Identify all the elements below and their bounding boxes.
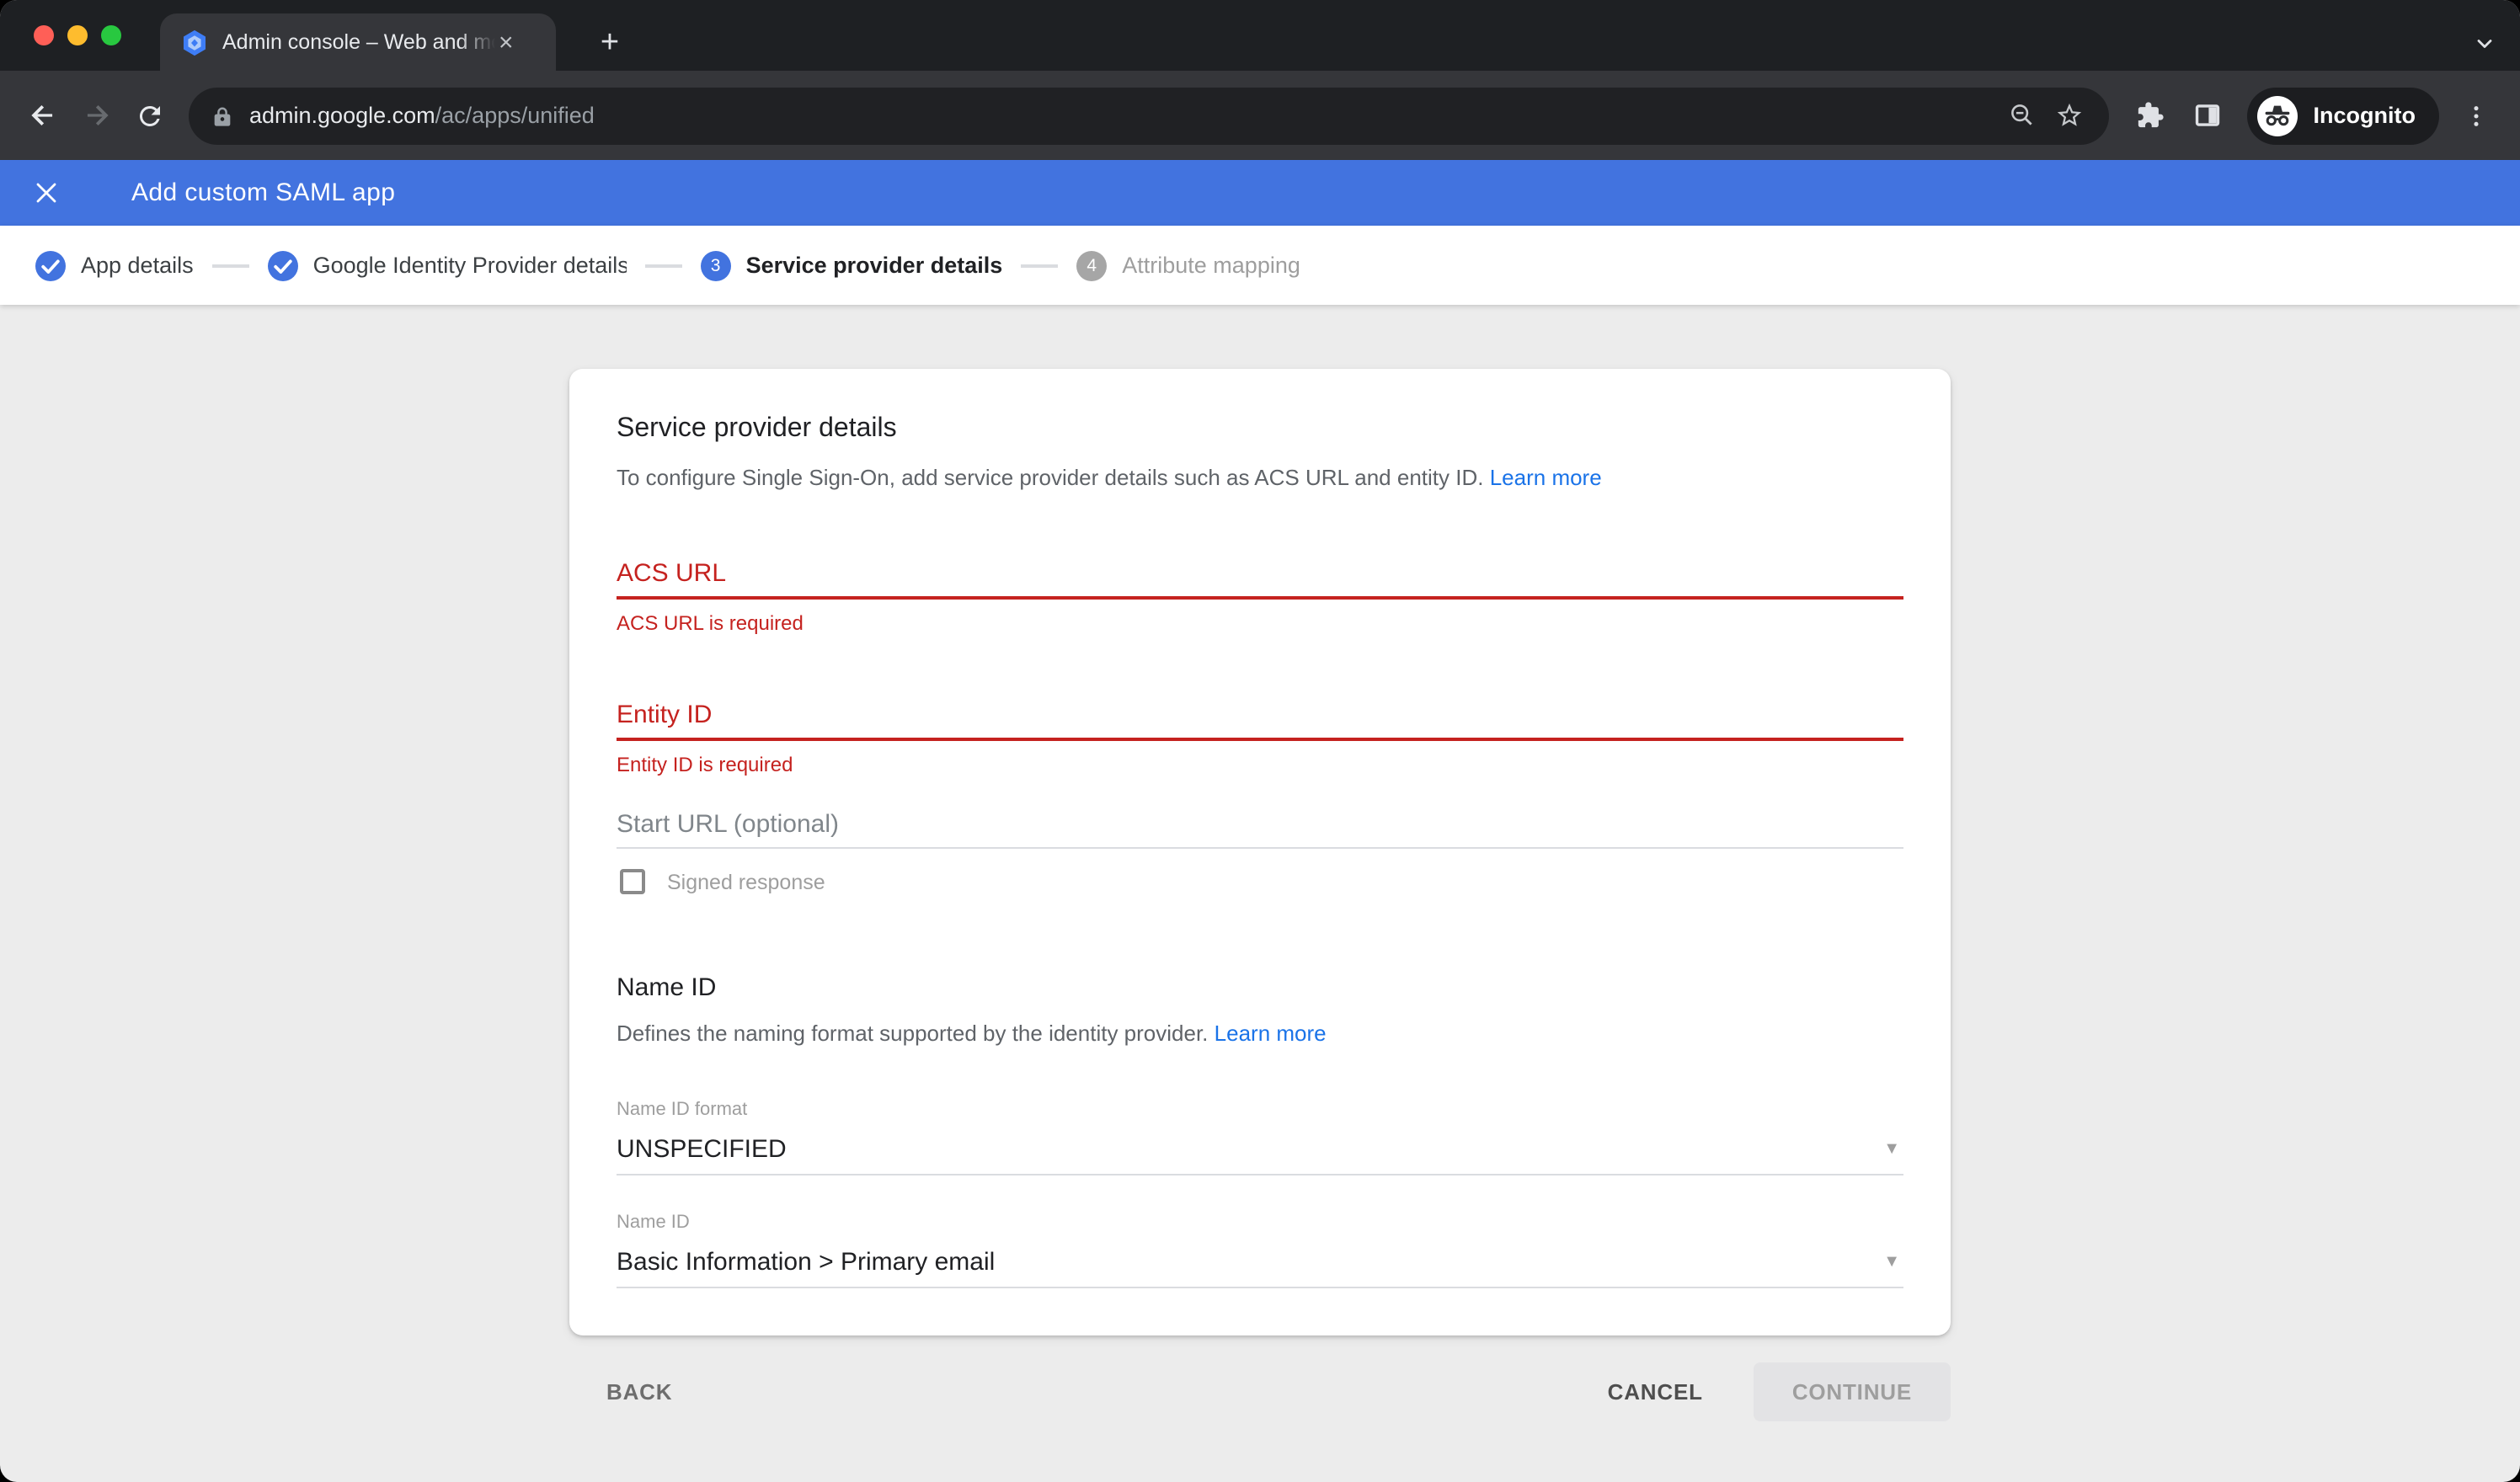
entity-id-field[interactable]: Entity ID bbox=[617, 699, 1903, 733]
signed-response-label: Signed response bbox=[667, 870, 825, 893]
card-description: To configure Single Sign-On, add service… bbox=[617, 463, 1903, 493]
acs-url-underline bbox=[617, 596, 1903, 600]
continue-button[interactable]: CONTINUE bbox=[1754, 1362, 1951, 1421]
fullscreen-window-button[interactable] bbox=[101, 25, 121, 45]
entity-id-underline bbox=[617, 738, 1903, 741]
name-id-section-title: Name ID bbox=[617, 972, 1903, 1005]
admin-console-favicon bbox=[180, 28, 209, 56]
extensions-puzzle-icon[interactable] bbox=[2123, 88, 2177, 142]
chevron-down-icon: ▼ bbox=[1883, 1246, 1900, 1280]
start-url-input[interactable]: Start URL (optional) bbox=[617, 810, 1903, 840]
window-controls bbox=[34, 25, 121, 45]
cancel-button[interactable]: CANCEL bbox=[1608, 1379, 1703, 1405]
url-text[interactable]: admin.google.com/ac/apps/unified bbox=[249, 103, 595, 128]
incognito-icon bbox=[2256, 93, 2300, 137]
name-id-format-select[interactable]: UNSPECIFIED ▼ bbox=[617, 1133, 1903, 1167]
browser-window: Admin console – Web and mob × + admin.go… bbox=[0, 0, 2520, 1482]
card-title: Service provider details bbox=[617, 413, 1903, 446]
step-complete-check-icon bbox=[268, 250, 298, 280]
wizard-footer: BACK CANCEL CONTINUE bbox=[569, 1362, 1951, 1421]
step-app-details[interactable]: App details bbox=[35, 250, 194, 280]
browser-tab[interactable]: Admin console – Web and mob × bbox=[160, 13, 556, 71]
name-id-section-description: Defines the naming format supported by t… bbox=[617, 1019, 1903, 1049]
close-window-button[interactable] bbox=[34, 25, 54, 45]
name-id-select[interactable]: Basic Information > Primary email ▼ bbox=[617, 1246, 1903, 1280]
step-connector bbox=[212, 264, 249, 267]
forward-icon[interactable] bbox=[71, 90, 121, 141]
bookmark-star-icon[interactable] bbox=[2046, 92, 2093, 139]
reload-icon[interactable] bbox=[125, 90, 175, 141]
service-provider-card: Service provider details To configure Si… bbox=[569, 369, 1951, 1335]
name-id-underline bbox=[617, 1287, 1903, 1288]
step-service-provider-details[interactable]: 3 Service provider details bbox=[701, 250, 1003, 280]
minimize-window-button[interactable] bbox=[67, 25, 88, 45]
zoom-out-icon[interactable] bbox=[1999, 92, 2046, 139]
name-id-format-underline bbox=[617, 1174, 1903, 1175]
tab-strip: Admin console – Web and mob × + bbox=[0, 0, 2520, 71]
new-tab-button[interactable]: + bbox=[593, 27, 627, 59]
name-id-format-label: Name ID format bbox=[617, 1100, 1903, 1122]
incognito-badge: Incognito bbox=[2248, 87, 2440, 144]
tab-close-icon[interactable]: × bbox=[499, 29, 514, 55]
signed-response-checkbox[interactable] bbox=[620, 869, 645, 894]
signed-response-row: Signed response bbox=[617, 869, 1903, 894]
lock-icon bbox=[211, 104, 234, 127]
step-connector bbox=[645, 264, 682, 267]
chevron-down-icon: ▼ bbox=[1883, 1133, 1900, 1167]
close-dialog-icon[interactable] bbox=[34, 180, 59, 205]
start-url-underline bbox=[617, 847, 1903, 849]
step-attribute-mapping[interactable]: 4 Attribute mapping bbox=[1076, 250, 1300, 280]
step-connector bbox=[1021, 264, 1058, 267]
step-number: 3 bbox=[701, 250, 731, 280]
back-icon[interactable] bbox=[17, 90, 67, 141]
url-path: /ac/apps/unified bbox=[435, 103, 595, 128]
browser-toolbar: admin.google.com/ac/apps/unified bbox=[0, 71, 2520, 160]
tab-title: Admin console – Web and mob bbox=[222, 30, 495, 54]
step-complete-check-icon bbox=[35, 250, 66, 280]
learn-more-link[interactable]: Learn more bbox=[1490, 465, 1602, 490]
step-number: 4 bbox=[1076, 250, 1107, 280]
acs-url-error: ACS URL is required bbox=[617, 611, 1903, 635]
learn-more-link[interactable]: Learn more bbox=[1215, 1021, 1327, 1046]
back-button[interactable]: BACK bbox=[606, 1379, 672, 1405]
dialog-content: Service provider details To configure Si… bbox=[0, 369, 2520, 1421]
incognito-label: Incognito bbox=[2314, 103, 2416, 128]
acs-url-field[interactable]: ACS URL bbox=[617, 557, 1903, 591]
step-google-idp-details[interactable]: Google Identity Provider details bbox=[268, 250, 627, 280]
tab-search-chevron-down-icon[interactable] bbox=[2473, 32, 2496, 56]
address-bar[interactable]: admin.google.com/ac/apps/unified bbox=[189, 87, 2110, 144]
entity-id-error: Entity ID is required bbox=[617, 753, 1903, 776]
browser-menu-dots-icon[interactable] bbox=[2449, 88, 2503, 142]
wizard-stepper: App details Google Identity Provider det… bbox=[0, 226, 2520, 305]
side-panel-icon[interactable] bbox=[2181, 88, 2234, 142]
dialog-title: Add custom SAML app bbox=[131, 179, 395, 207]
name-id-label: Name ID bbox=[617, 1213, 1903, 1234]
dialog-header: Add custom SAML app bbox=[0, 160, 2520, 226]
url-host: admin.google.com bbox=[249, 103, 435, 128]
